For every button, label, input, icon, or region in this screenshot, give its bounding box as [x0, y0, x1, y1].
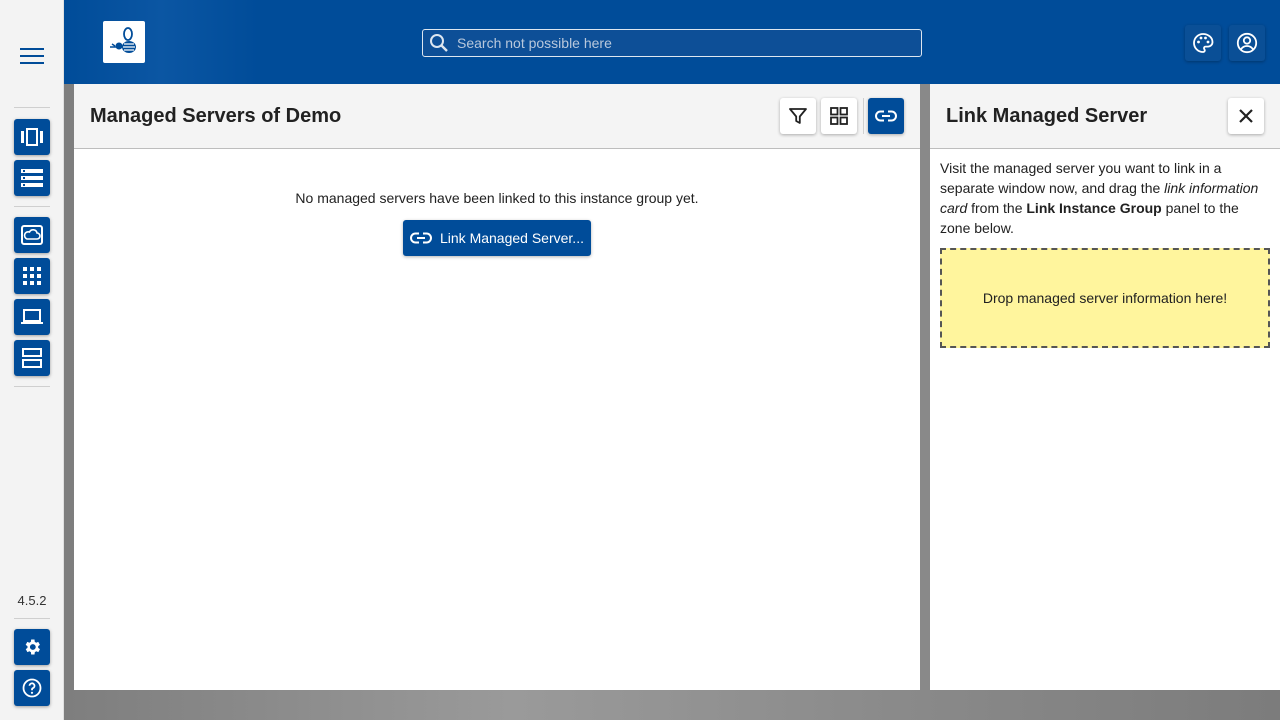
managed-servers-icon [22, 348, 42, 368]
palette-icon [1192, 32, 1214, 54]
close-panel-button[interactable] [1228, 98, 1264, 134]
link-icon [410, 232, 432, 244]
toolbar-divider [863, 98, 864, 134]
link-server-toolbar-button[interactable] [868, 98, 904, 134]
instructions-text: Visit the managed server you want to lin… [940, 158, 1270, 238]
rail-divider [14, 107, 50, 108]
side-panel-header: Link Managed Server [930, 84, 1280, 149]
instance-groups-icon [21, 128, 43, 146]
bee-logo-icon [107, 25, 141, 59]
apps-grid-icon [23, 267, 41, 285]
rail-managed-servers-button[interactable] [14, 340, 50, 376]
cloud-icon [21, 225, 43, 245]
drop-zone-label: Drop managed server information here! [982, 290, 1228, 306]
side-panel-title: Link Managed Server [946, 105, 1148, 127]
page-title: Managed Servers of Demo [90, 105, 342, 127]
rail-clients-button[interactable] [14, 299, 50, 335]
link-managed-server-label: Link Managed Server... [440, 230, 584, 246]
laptop-icon [21, 309, 43, 325]
drop-zone[interactable]: Drop managed server information here! [940, 248, 1270, 348]
rail-settings-button[interactable] [14, 629, 50, 665]
version-label: 4.5.2 [17, 593, 47, 608]
theme-button[interactable] [1185, 25, 1221, 61]
menu-button[interactable] [16, 43, 48, 69]
rail-instance-groups-button[interactable] [14, 119, 50, 155]
search-icon [429, 33, 449, 53]
filter-icon [789, 107, 807, 125]
panel-header: Managed Servers of Demo [74, 84, 920, 149]
search-input[interactable] [457, 35, 897, 51]
link-managed-server-button[interactable]: Link Managed Server... [403, 220, 591, 256]
filter-button[interactable] [780, 98, 816, 134]
link-icon [875, 110, 897, 122]
rail-help-button[interactable] [14, 670, 50, 706]
rail-servers-list-button[interactable] [14, 160, 50, 196]
rail-divider [14, 386, 50, 387]
rail-cloud-button[interactable] [14, 217, 50, 253]
app-header [64, 0, 1280, 84]
rail-divider [14, 206, 50, 207]
link-instance-group-term: Link Instance Group [1026, 200, 1162, 216]
grid-view-icon [830, 107, 848, 125]
app-logo[interactable] [103, 21, 145, 63]
account-button[interactable] [1229, 25, 1265, 61]
managed-servers-panel: Managed Servers of Demo No managed serve… [74, 84, 920, 690]
gear-icon [22, 637, 42, 657]
grid-view-button[interactable] [821, 98, 857, 134]
instructions-part: from the [967, 200, 1027, 216]
servers-list-icon [21, 169, 43, 187]
menu-icon [20, 47, 44, 65]
empty-state-message: No managed servers have been linked to t… [295, 190, 699, 206]
rail-apps-button[interactable] [14, 258, 50, 294]
side-rail: 4.5.2 [0, 0, 64, 720]
help-icon [22, 678, 42, 698]
account-icon [1236, 32, 1258, 54]
close-icon [1238, 108, 1254, 124]
rail-divider [14, 618, 50, 619]
link-server-panel: Link Managed Server Visit the managed se… [930, 84, 1280, 690]
search-bar[interactable] [422, 29, 922, 57]
